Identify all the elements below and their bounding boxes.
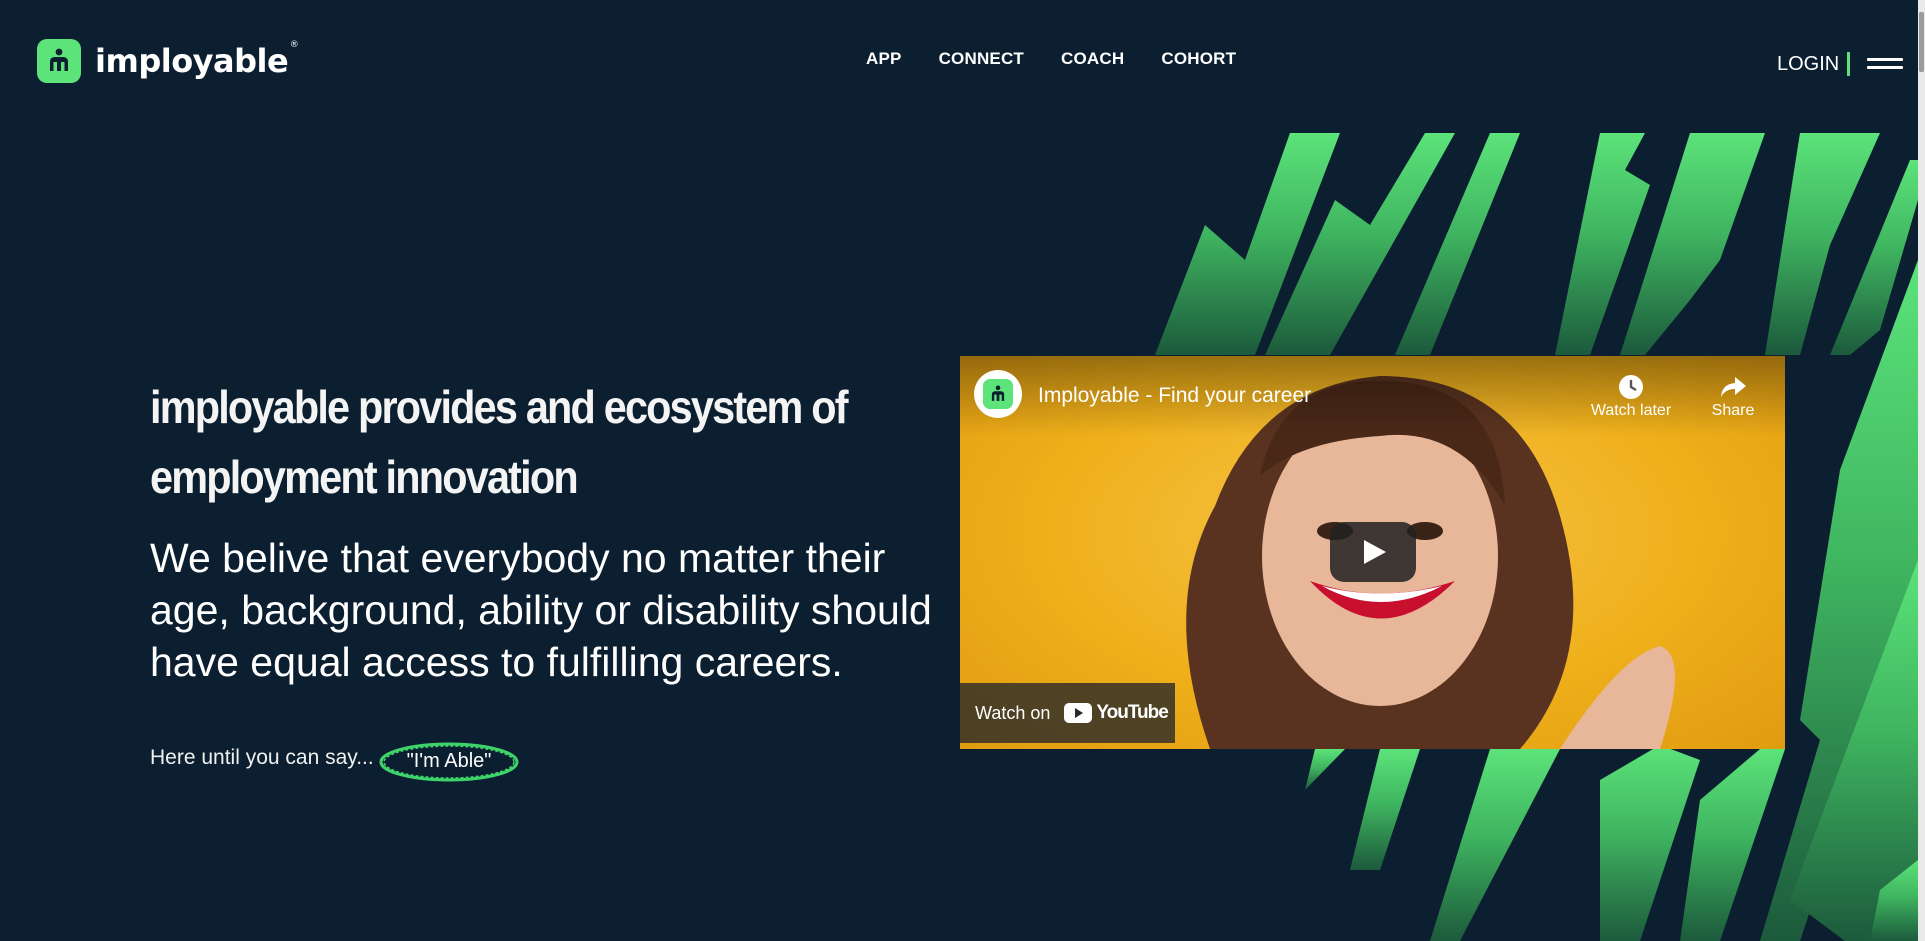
- hamburger-icon[interactable]: [1867, 58, 1903, 72]
- hero-subtext: We belive that everybody no matter their…: [150, 535, 932, 685]
- nav-cohort[interactable]: COHORT: [1161, 49, 1236, 69]
- nav-coach[interactable]: COACH: [1061, 49, 1124, 69]
- play-icon[interactable]: [1330, 522, 1416, 582]
- share-button[interactable]: Share: [1698, 372, 1768, 420]
- channel-avatar[interactable]: [974, 370, 1022, 418]
- clock-icon: [1583, 372, 1679, 402]
- watch-later-button[interactable]: Watch later: [1583, 372, 1679, 420]
- share-label: Share: [1711, 402, 1755, 419]
- hero-tagline: Here until you can say...: [150, 746, 374, 769]
- im-able-text: "I'm Able": [406, 750, 492, 772]
- watch-later-label: Watch later: [1590, 402, 1672, 419]
- video-title[interactable]: Imployable - Find your career: [1038, 384, 1311, 408]
- login-divider: [1847, 52, 1850, 76]
- nav-app[interactable]: APP: [866, 49, 902, 69]
- login-link[interactable]: LOGIN: [1777, 53, 1839, 76]
- watch-on-youtube-button[interactable]: Watch on YouTube: [960, 683, 1175, 743]
- im-able-badge: "I'm Able": [378, 740, 520, 784]
- youtube-play-icon: [1064, 703, 1093, 723]
- hero-headline: imployable provides and ecosystem of emp…: [150, 381, 849, 503]
- watch-on-label: Watch on: [975, 702, 1051, 723]
- logo-name: imployable: [95, 42, 289, 80]
- registered-mark: ®: [289, 40, 299, 50]
- landing-page: imployable ® APP CONNECT COACH COHORT LOG…: [0, 0, 1925, 941]
- main-nav: APP CONNECT COACH COHORT: [866, 49, 1236, 69]
- logo-wordmark: imployable ®: [95, 40, 299, 80]
- share-arrow-icon: [1698, 372, 1768, 402]
- site-header: imployable ® APP CONNECT COACH COHORT LOG…: [0, 0, 1925, 132]
- youtube-logo: YouTube: [1064, 702, 1169, 724]
- nav-connect[interactable]: CONNECT: [939, 49, 1024, 69]
- youtube-wordmark: YouTube: [1096, 702, 1168, 723]
- logo-person-icon: [37, 39, 81, 83]
- channel-logo-icon: [983, 379, 1013, 409]
- page-scrollbar[interactable]: [1918, 0, 1925, 941]
- brand-logo[interactable]: imployable ®: [37, 39, 299, 83]
- youtube-embed[interactable]: Imployable - Find your career Watch late…: [960, 356, 1785, 749]
- scrollbar-thumb[interactable]: [1919, 12, 1924, 72]
